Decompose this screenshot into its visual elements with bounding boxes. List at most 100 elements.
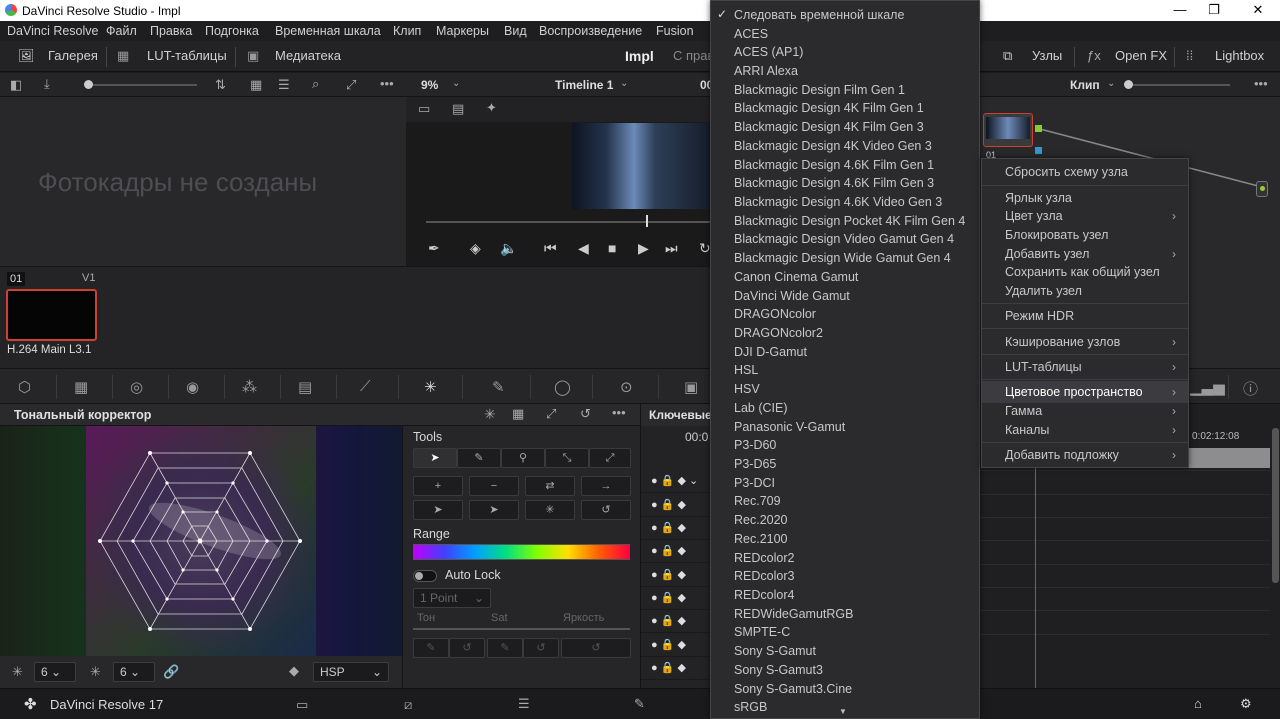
dropdown-item[interactable]: SMPTE-C [734, 625, 790, 639]
lum-reset-button[interactable]: ↺ [561, 638, 631, 658]
keyframe-row[interactable]: ● 🔒 ◆ [641, 494, 711, 517]
chevron-down-icon[interactable]: ⌄ [1107, 78, 1115, 89]
menu-playback[interactable]: Воспроизведение [539, 24, 642, 38]
camera-raw-icon[interactable]: ⬡ [18, 378, 31, 396]
context-item[interactable]: Каналы [1005, 423, 1049, 437]
clip-mode-selector[interactable]: Клип [1070, 78, 1100, 92]
magic-wand-icon[interactable]: ✦ [486, 100, 497, 116]
openfx-button[interactable]: Open FX [1115, 48, 1167, 63]
qualifier-icon[interactable]: ✎ [492, 378, 505, 396]
tracker-icon[interactable]: ⊙ [620, 378, 633, 396]
clip-thumbnail[interactable] [6, 289, 97, 341]
color-match-icon[interactable]: ▦ [74, 378, 88, 396]
context-item[interactable]: Кэширование узлов [1005, 335, 1120, 349]
dropdown-item[interactable]: Rec.709 [734, 494, 781, 508]
more-options-icon[interactable]: ••• [380, 76, 394, 91]
context-item[interactable]: Гамма [1005, 404, 1042, 418]
timeline-selector[interactable]: Timeline 1 [555, 78, 613, 92]
point-select[interactable]: 1 Point ⌄ [413, 588, 491, 608]
node-output-port[interactable] [1035, 125, 1042, 132]
scrubber-playhead[interactable] [646, 215, 648, 227]
lightbox-button[interactable]: Lightbox [1215, 48, 1264, 63]
colorspace-select[interactable]: HSP ⌄ [313, 662, 389, 682]
stop-icon[interactable]: ■ [608, 240, 616, 256]
go-to-end-icon[interactable]: ⏭ [665, 240, 678, 257]
context-item[interactable]: Ярлык узла [1005, 191, 1072, 205]
color-node[interactable]: 01 [983, 113, 1033, 160]
context-item[interactable]: Добавить узел [1005, 247, 1089, 261]
slider-handle[interactable] [84, 80, 93, 89]
values-slider[interactable] [413, 628, 630, 630]
convert-point-button[interactable]: ⇄ [525, 476, 575, 496]
keyframe-row[interactable]: ● 🔒 ◆ [641, 540, 711, 563]
media-button[interactable]: Медиатека [275, 48, 341, 63]
scopes-icon[interactable]: ▁▃▅ [1190, 378, 1225, 396]
thumb-size-slider[interactable] [87, 84, 197, 86]
expand-icon[interactable]: ⤢ [546, 406, 556, 422]
keyframe-row[interactable]: ● 🔒 ◆ [641, 517, 711, 540]
gallery-button[interactable]: Галерея [48, 48, 98, 63]
dropdown-item[interactable]: Blackmagic Design 4.6K Video Gen 3 [734, 195, 942, 209]
go-to-start-icon[interactable]: ⏮ [544, 240, 557, 257]
keyframe-row[interactable]: ● 🔒 ◆ [641, 657, 711, 680]
dropdown-item[interactable]: Blackmagic Design 4K Film Gen 1 [734, 101, 924, 115]
dropdown-item[interactable]: DRAGONcolor [734, 307, 816, 321]
menu-file[interactable]: Файл [106, 24, 137, 38]
dropdown-item[interactable]: P3-DCI [734, 476, 775, 490]
menu-davinci[interactable]: DaVinci Resolve [7, 24, 98, 38]
keyframe-row[interactable]: ● 🔒 ◆ [641, 587, 711, 610]
hue-reset-button[interactable]: ↺ [449, 638, 485, 658]
keyframe-row[interactable]: ● 🔒 ◆ [641, 610, 711, 633]
context-item[interactable]: LUT-таблицы [1005, 360, 1082, 374]
dropdown-item[interactable]: ARRI Alexa [734, 64, 798, 78]
sidebar-toggle-icon[interactable]: ◧ [10, 77, 22, 93]
sat-reset-button[interactable]: ↺ [523, 638, 559, 658]
dropdown-item[interactable]: Blackmagic Design Wide Gamut Gen 4 [734, 251, 951, 265]
dropdown-item[interactable]: Blackmagic Design Video Gamut Gen 4 [734, 232, 954, 246]
curves-icon[interactable]: ⟋ [360, 378, 371, 395]
zoom-level[interactable]: 9% [421, 78, 438, 92]
info-icon[interactable]: ⓘ [1243, 378, 1258, 399]
lut-button[interactable]: LUT-таблицы [147, 48, 227, 63]
sat-pick-button[interactable]: ✎ [487, 638, 523, 658]
more-options-icon[interactable]: ••• [1254, 76, 1268, 91]
pin-tool[interactable]: ⚲ [501, 448, 545, 468]
dropdown-item[interactable]: Blackmagic Design Pocket 4K Film Gen 4 [734, 214, 965, 228]
add-point-button[interactable]: + [413, 476, 463, 496]
dropdown-item[interactable]: Rec.2100 [734, 532, 788, 546]
dropdown-item[interactable]: P3-D65 [734, 457, 776, 471]
select-tool[interactable]: ➤ [413, 448, 457, 468]
loop-icon[interactable]: ↻ [699, 240, 711, 257]
dropdown-item[interactable]: REDcolor4 [734, 588, 794, 602]
context-item[interactable]: Режим HDR [1005, 309, 1074, 323]
split-view-icon[interactable]: ▭ [418, 101, 430, 117]
reset-points-button[interactable]: ↺ [581, 500, 631, 520]
color-warper-icon[interactable]: ✳ [424, 378, 437, 396]
fusion-page-icon[interactable]: ✎ [634, 696, 645, 712]
wipe-icon[interactable]: ▤ [452, 101, 464, 117]
context-item-highlighted[interactable]: Цветовое пространство [1005, 385, 1143, 399]
dropdown-item[interactable]: Blackmagic Design Film Gen 1 [734, 83, 905, 97]
warper-mesh[interactable] [0, 426, 402, 656]
menu-fusion[interactable]: Fusion [656, 24, 694, 38]
list-view-icon[interactable]: ☰ [278, 77, 290, 93]
deselect-button[interactable]: ➤ [469, 500, 519, 520]
context-item[interactable]: Сбросить схему узла [1005, 165, 1128, 179]
reset-icon[interactable]: ↺ [580, 406, 591, 422]
keyframe-row[interactable]: ● 🔒 ◆ ⌄ [641, 470, 711, 493]
keyframe-row[interactable]: ● 🔒 ◆ [641, 634, 711, 657]
motion-effects-icon[interactable]: ▤ [298, 378, 312, 396]
hdr-wheels-icon[interactable]: ◉ [186, 378, 199, 396]
maximize-button[interactable]: ❐ [1194, 0, 1234, 21]
menu-view[interactable]: Вид [504, 24, 527, 38]
dropdown-item[interactable]: Blackmagic Design 4.6K Film Gen 3 [734, 176, 934, 190]
slider-handle[interactable] [1124, 80, 1133, 89]
nodes-button[interactable]: Узлы [1032, 48, 1062, 63]
mesh-icon[interactable]: ✳ [484, 406, 496, 423]
dropdown-item[interactable]: REDWideGamutRGB [734, 607, 853, 621]
sort-icon[interactable]: ⇅ [215, 77, 226, 93]
viewer-scrubber[interactable] [426, 221, 710, 223]
media-page-icon[interactable]: ▭ [296, 697, 308, 713]
dropdown-item[interactable]: HSL [734, 363, 758, 377]
menu-timeline[interactable]: Временная шкала [275, 24, 381, 38]
